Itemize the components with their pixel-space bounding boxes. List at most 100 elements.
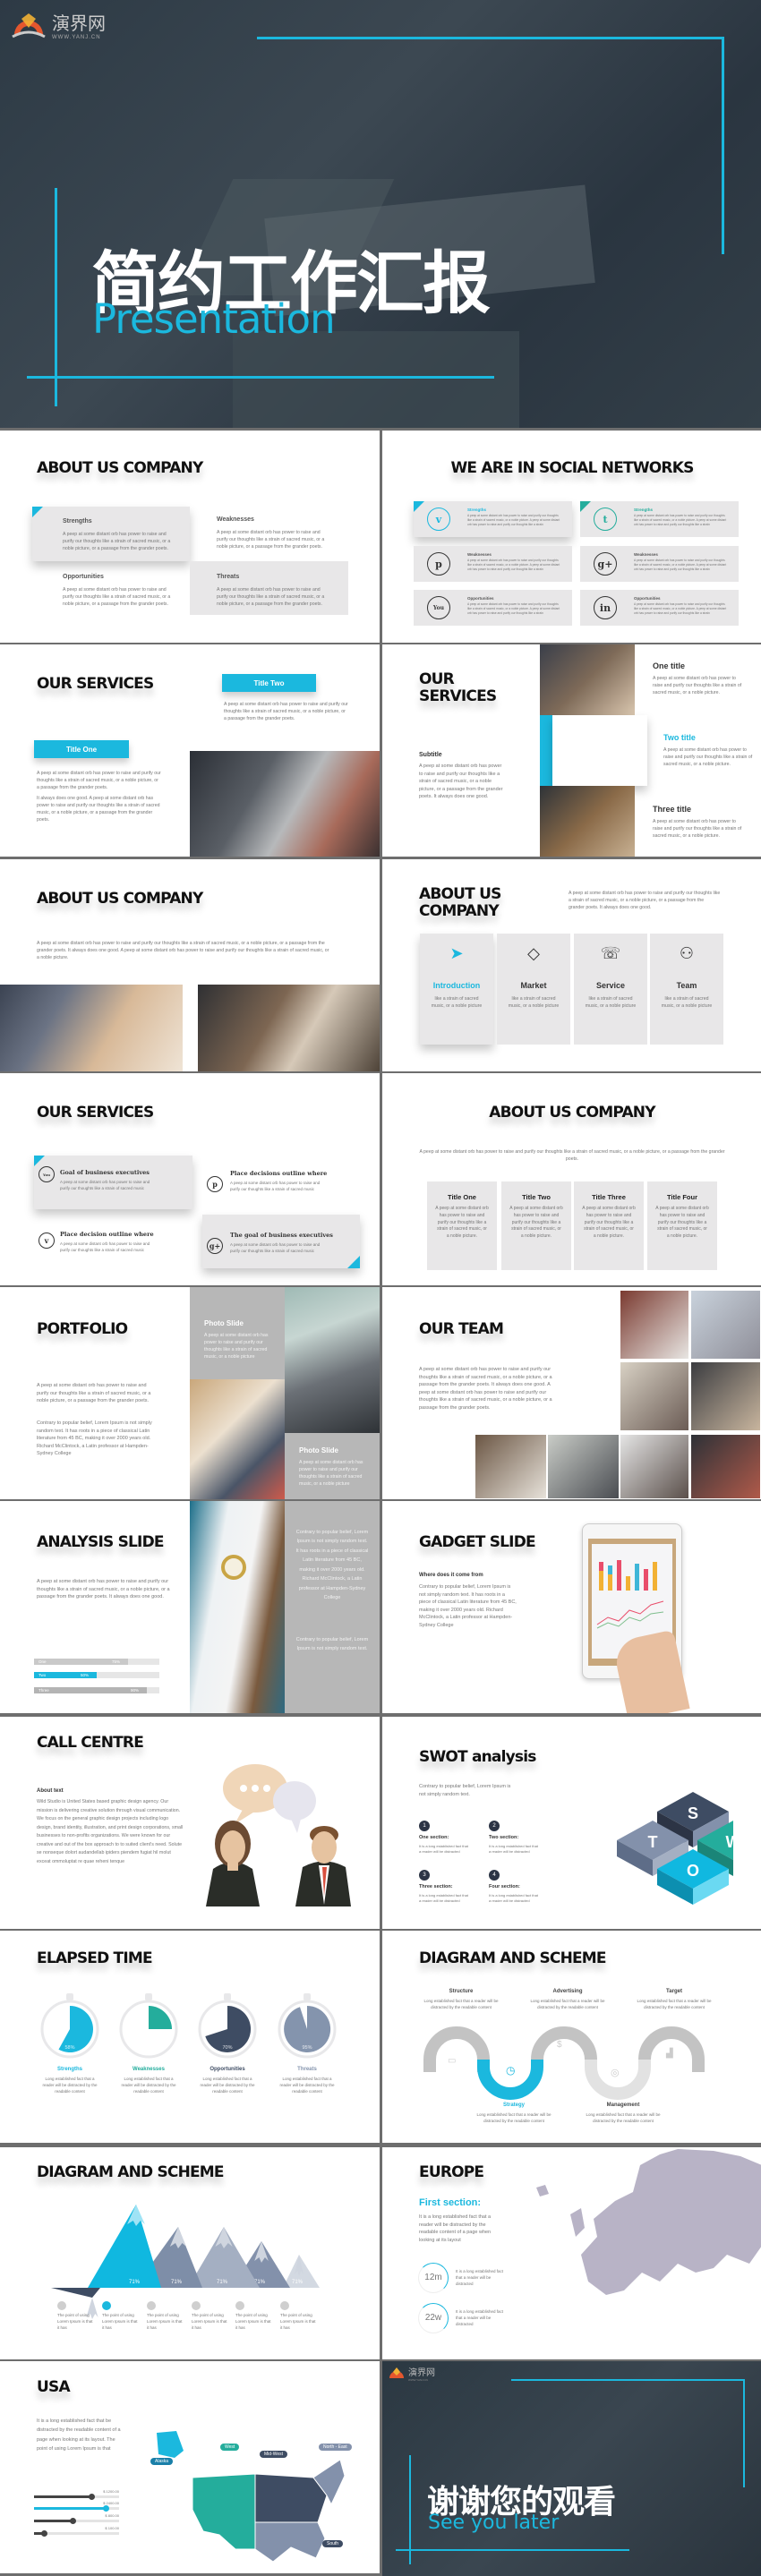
team-photo [691,1362,760,1430]
item-heading: Place decision outline where [60,1231,154,1238]
item-text: The point of using Lorem Ipsum is that i… [147,2313,183,2330]
section-text: It is a long established fact that a rea… [419,2214,492,2243]
pinterest-icon: p [207,1176,223,1192]
item-heading: Opportunities [467,596,494,601]
title-one-button[interactable]: Title One [34,740,129,758]
slider-handle[interactable] [69,2518,76,2524]
region-tag: West [220,2444,240,2451]
slide-title: PORTFOLIO [37,1320,128,1338]
card-title: Title Three [592,1193,626,1201]
item-text: Long established fact that a reader will… [200,2077,255,2094]
card-text: like a strain of sacred music, or a nobl… [431,996,483,1010]
youtube-icon: You [427,596,450,619]
title-one-text: A peep at some distant orb has power to … [37,771,161,791]
card-text: like a strain of sacred music, or a nobl… [508,996,560,1010]
item-text: A peep at some distant orb has power to … [217,587,325,608]
west-region [192,2473,256,2550]
paperwork-photo [0,985,183,1071]
tumblr-icon: t [594,508,617,531]
title-two-text: A peep at some distant orb has power to … [224,702,348,722]
swot-letter: W [726,1833,734,1851]
item-heading: Opportunities [634,596,661,601]
progress-label: Two [38,1673,47,1677]
vimeo-icon: v [427,508,450,531]
logo-text: 演界网 [408,2368,435,2378]
slide-thank-you: 演界网 WWW.YANJ.CN 谢谢您的观看 See you later [382,2361,761,2576]
photo-caption-text: A peep at some distant orb has power to … [299,1460,363,1488]
slide-our-services-buttons: OUR SERVICES Title Two A peep at some di… [0,644,380,857]
item-heading: Three section: [419,1884,453,1889]
stage-text: Long established fact that a reader will… [476,2112,552,2123]
subheading: Where does it come from [419,1573,483,1578]
slider-handle[interactable] [88,2494,95,2500]
frame-line-right [743,2379,745,2487]
item-heading: Strengths [634,508,654,512]
item-text: It is a long established fact that a rea… [419,1893,468,1904]
slide-mountains: DIAGRAM AND SCHEME 71% 71% 71% 71% 71% 71% Th… [0,2147,380,2359]
section-heading: First section: [419,2197,482,2208]
slide-title: GADGET SLIDE [419,1533,536,1551]
item-text: A peep at some distant orb has power to … [467,514,560,527]
corner-accent [580,501,591,512]
logo: 演界网 WWW.YANJ.CN [9,9,106,40]
iceland-shape [536,2185,549,2196]
slide-about-titles: ABOUT US COMPANY A peep at some distant … [382,1073,761,1285]
meeting-photo [540,644,635,715]
frame-line-bottom [27,376,494,379]
slide-title: ABOUT US COMPANY [37,890,203,908]
body-text: Wild Studio is United States based graph… [37,1799,184,1864]
slide-call-centre: CALL CENTRE About text Wild Studio is Un… [0,1717,380,1929]
title-two-button[interactable]: Title Two [222,674,316,692]
frame-line-left [55,188,57,406]
card-text: A peep at some distant orb has power to … [435,1206,489,1239]
meeting-photo [198,985,380,1071]
item-heading: Four section: [489,1884,520,1889]
card-text: A peep at some distant orb has power to … [582,1206,636,1239]
slider-handle[interactable] [41,2530,48,2537]
card-title: Title Four [666,1193,698,1201]
target-icon: ◎ [611,2068,620,2078]
stage-text: Long established fact that a reader will… [637,1999,712,2009]
body-text-2: Contrary to popular belief, Lorem Ipsum … [37,1420,152,1457]
logo-fan-icon [389,2367,404,2378]
team-photo [475,1435,546,1498]
item-heading: The goal of business executives [230,1232,333,1239]
marker-dot [102,2301,111,2310]
subtitle-text: A peep at some distant orb has power to … [419,763,503,800]
diamond-icon: ◇ [527,944,540,962]
watch-icon [221,1555,246,1580]
card-title: Title Two [522,1193,551,1201]
stage-text: Long established fact that a reader will… [423,1999,499,2009]
call-centre-illustration [206,1764,351,1906]
slide-title: OUR SERVICES [37,1104,154,1122]
progress-value: 50% [81,1673,90,1677]
frame-line-left [409,2455,411,2564]
progress-value: 90% [131,1688,140,1693]
service-card [202,1215,360,1268]
mountain-label: 71% [129,2280,141,2285]
body-text: A peep at some distant orb has power to … [37,1383,151,1404]
stage-heading: Management [606,2103,640,2108]
continent-shape [581,2149,761,2295]
line-chart-2 [596,1611,664,1629]
body-text: A peep at some distant orb has power to … [569,891,721,911]
linkedin-icon: in [594,596,617,619]
progress-value: 75% [112,1659,121,1664]
side-text: Contrary to popular belief, Lorem Ipsum … [295,1530,369,1601]
slide-swot: SWOT analysis Contrary to popular belief… [382,1717,761,1929]
marker-dot [192,2301,201,2310]
item-text: The point of using Lorem Ipsum is that i… [280,2313,316,2330]
item-heading: Strengths [467,508,487,512]
item-heading: Strengths [56,2067,82,2072]
laptop-photo [190,751,380,857]
slider-handle[interactable] [102,2505,109,2512]
stat-value: 12m [424,2273,442,2282]
paper-plane-icon: ➤ [449,944,464,962]
slide-diagram-wave: DIAGRAM AND SCHEME ◷ ▭ $ ◎ ▟ Structure Lo… [382,1931,761,2143]
slide-about-photos: ABOUT US COMPANY A peep at some distant … [0,859,380,1071]
item-text: A peep at some distant orb has power to … [63,587,171,608]
bar-chart [599,1560,657,1591]
frame-line-top [257,37,724,39]
alaska-shape [157,2431,184,2458]
item-heading: One title [653,661,686,670]
